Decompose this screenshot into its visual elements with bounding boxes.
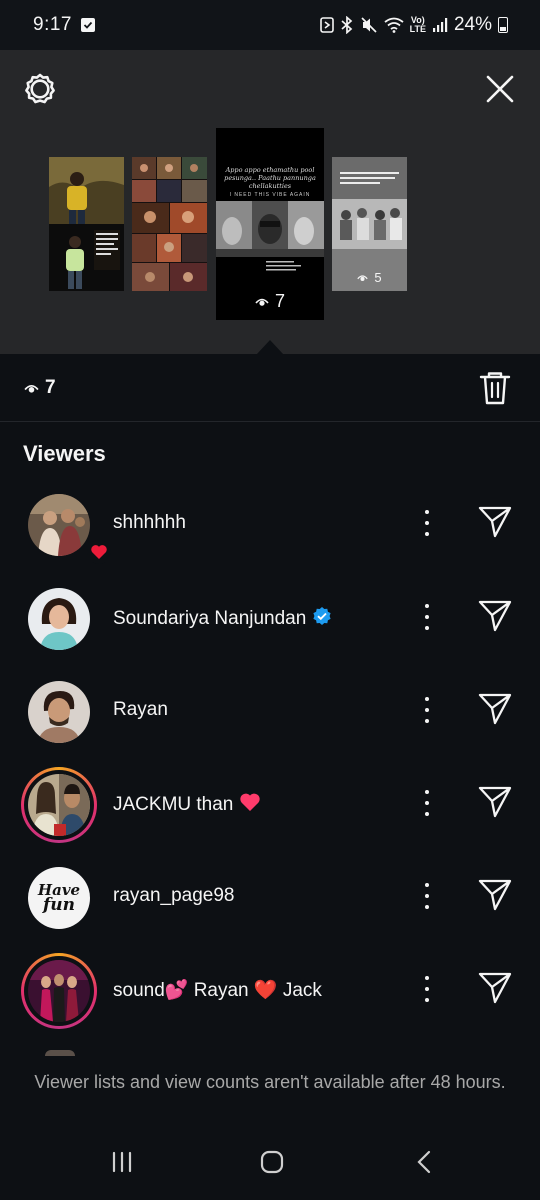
story-thumbnail-4[interactable]: 5	[332, 157, 407, 291]
verified-badge-icon	[312, 606, 332, 632]
viewer-name-text: shhhhhh	[113, 512, 186, 533]
story-3-views: 7	[274, 291, 285, 311]
volte-icon: Vo) LTE	[410, 16, 426, 34]
story-3-view-count: 7	[216, 291, 324, 312]
avatar-with-story-ring[interactable]	[21, 767, 97, 843]
story-thumbnail-2[interactable]	[132, 157, 207, 291]
viewer-name-text: sound💕 Rayan ❤️ Jack	[113, 980, 322, 1001]
battery-icon	[498, 17, 508, 33]
viewer-name-text: Soundariya Nanjundan	[113, 608, 307, 629]
wifi-icon	[384, 17, 404, 33]
viewers-heading: Viewers	[23, 441, 106, 466]
heart-emoji-icon	[239, 792, 261, 818]
story-4-views: 5	[374, 270, 382, 285]
more-options-icon[interactable]	[415, 602, 439, 632]
viewer-row[interactable]: Soundariya Nanjundan	[0, 572, 540, 662]
viewer-name[interactable]: Soundariya Nanjundan	[113, 606, 332, 632]
signal-icon	[432, 17, 448, 33]
viewer-name[interactable]: rayan_page98	[113, 885, 235, 907]
eye-icon	[24, 381, 39, 399]
viewer-name[interactable]: shhhhhh	[113, 512, 186, 534]
send-message-icon[interactable]	[477, 692, 513, 731]
story-caption-line-1: Appo appo ethamathu pool	[225, 166, 315, 174]
viewer-name-text: Rayan	[113, 699, 168, 720]
avatar[interactable]	[21, 487, 111, 564]
volte-bottom-label: LTE	[409, 24, 426, 34]
story-3-eye-icon	[255, 298, 269, 306]
view-count-row: 7	[0, 354, 540, 422]
send-message-icon[interactable]	[477, 878, 513, 917]
viewer-name[interactable]: sound💕 Rayan ❤️ Jack	[113, 978, 322, 1002]
avatar[interactable]	[21, 674, 97, 750]
nfc-icon	[319, 17, 334, 33]
more-options-icon[interactable]	[415, 974, 439, 1004]
more-options-icon[interactable]	[415, 695, 439, 725]
viewer-row[interactable]: Rayan	[0, 665, 540, 755]
view-count: 7	[45, 377, 56, 398]
story-caption-line-2: pesunga.. Paathu pannunga	[224, 174, 316, 182]
story-credit	[266, 260, 311, 276]
notification-check-icon	[80, 18, 95, 32]
close-icon[interactable]	[486, 75, 514, 108]
viewer-name[interactable]: JACKMU than	[113, 792, 261, 818]
viewer-name-text: JACKMU than	[113, 794, 234, 815]
avatar-logo-text-2: fun	[42, 895, 76, 915]
send-message-icon[interactable]	[477, 971, 513, 1010]
more-options-icon[interactable]	[415, 508, 439, 538]
like-heart-icon	[87, 540, 111, 564]
mute-icon	[360, 16, 378, 34]
viewer-name[interactable]: Rayan	[113, 699, 168, 721]
settings-gear-icon[interactable]	[24, 73, 56, 110]
story-tray: Appo appo ethamathu pool pesunga.. Paath…	[0, 50, 540, 354]
story-thumbnail-1[interactable]	[49, 157, 124, 291]
trash-icon[interactable]	[478, 370, 512, 411]
avatar[interactable]	[21, 581, 97, 657]
story-4-eye-icon	[357, 274, 369, 281]
viewer-list-expiry-note: Viewer lists and view counts aren't avai…	[34, 1072, 506, 1092]
viewer-row[interactable]: Have fun rayan_page98	[0, 851, 540, 941]
more-options-icon[interactable]	[415, 881, 439, 911]
send-message-icon[interactable]	[477, 505, 513, 544]
avatar-with-story-ring[interactable]	[21, 953, 97, 1029]
battery-percent: 24%	[453, 14, 492, 35]
partial-avatar	[45, 1050, 75, 1056]
more-options-icon[interactable]	[415, 788, 439, 818]
story-thumbnail-3-selected[interactable]: Appo appo ethamathu pool pesunga.. Paath…	[216, 128, 324, 320]
send-message-icon[interactable]	[477, 785, 513, 824]
selection-pointer	[256, 339, 284, 355]
system-nav-bar	[0, 1128, 540, 1200]
story-caption-line-3: chellakutties	[248, 182, 292, 190]
story-vibe-text: I NEED THIS VIBE AGAIN	[229, 192, 311, 198]
back-icon[interactable]	[414, 1150, 434, 1179]
avatar[interactable]: Have fun	[21, 860, 97, 936]
status-icons: Vo) LTE 24%	[319, 14, 508, 36]
story-caption: Appo appo ethamathu pool pesunga.. Paath…	[220, 166, 320, 190]
viewer-row[interactable]: sound💕 Rayan ❤️ Jack	[0, 944, 540, 1034]
send-message-icon[interactable]	[477, 599, 513, 638]
viewer-row[interactable]: JACKMU than	[0, 758, 540, 848]
recent-apps-icon[interactable]	[110, 1150, 134, 1179]
status-time: 9:17	[33, 14, 72, 35]
status-bar: 9:17 Vo) LTE 24%	[0, 0, 540, 50]
story-4-view-count: 5	[332, 270, 407, 285]
home-icon[interactable]	[260, 1150, 284, 1179]
viewer-name-text: rayan_page98	[113, 885, 235, 906]
viewer-row[interactable]: shhhhhh	[0, 478, 540, 568]
bluetooth-icon	[340, 16, 354, 34]
